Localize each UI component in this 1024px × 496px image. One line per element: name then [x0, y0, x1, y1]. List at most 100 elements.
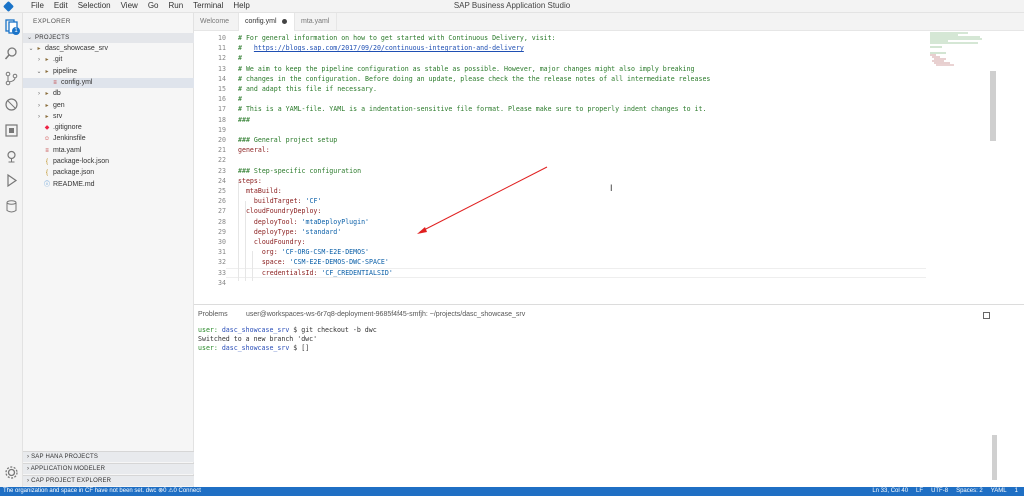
debug-icon[interactable]: [4, 97, 19, 112]
extensions-icon[interactable]: [4, 123, 19, 138]
tab-config-yml[interactable]: config.yml: [239, 13, 295, 31]
tree-item-label: mta.yaml: [51, 146, 82, 154]
terminal-line: user: dasc_showcase_srv $ git checkout -…: [198, 326, 377, 335]
source-control-icon[interactable]: [4, 71, 19, 86]
code-line: 26 buildTarget: 'CF': [194, 196, 934, 206]
folder-file-icon: ▸: [45, 102, 49, 109]
line-number: 15: [218, 85, 226, 93]
status-bar: The organization and space in CF have no…: [0, 487, 1024, 496]
tree-item[interactable]: { package-lock.json: [23, 157, 194, 167]
maximize-panel-icon[interactable]: [983, 312, 990, 319]
code-line: 32 space: 'CSM-E2E-DEMOS-DWC-SPACE': [194, 257, 934, 267]
terminal-path: dasc_showcase_srv: [217, 326, 290, 334]
cloud-foundry-icon[interactable]: [4, 149, 19, 164]
status-indentation[interactable]: Spaces: 2: [956, 487, 983, 496]
chevron-down-icon: ⌄: [36, 68, 42, 75]
code-link[interactable]: https://blogs.sap.com/2017/09/20/continu…: [254, 44, 524, 52]
unsaved-dot-icon: [281, 18, 287, 24]
tree-item[interactable]: ≡ config.yml: [23, 77, 194, 88]
minimap[interactable]: [928, 31, 988, 91]
code-editor[interactable]: 10 # For general information on how to ge…: [194, 31, 1024, 304]
menu-help[interactable]: Help: [233, 1, 249, 11]
status-notifications[interactable]: 1: [1015, 487, 1018, 496]
tree-item[interactable]: ◆ .gitignore: [23, 123, 194, 133]
terminal-line: Switched to a new branch 'dwc': [198, 335, 318, 343]
chevron-down-icon: ⌄: [27, 35, 33, 41]
jenkins-file-icon: ☺: [43, 136, 51, 143]
projects-section-header[interactable]: ⌄ PROJECTS: [23, 33, 194, 43]
terminal-scrollbar[interactable]: [992, 435, 997, 480]
tree-item-label: package.json: [51, 169, 95, 177]
status-encoding[interactable]: UTF-8: [931, 487, 948, 496]
code-text: # and adapt this file if necessary.: [238, 85, 377, 93]
line-number: 30: [218, 238, 226, 246]
line-number: 31: [218, 248, 226, 257]
cap-project-explorer-section[interactable]: › CAP PROJECT EXPLORER: [23, 475, 194, 486]
line-number: 34: [218, 278, 226, 287]
menu-file[interactable]: File: [31, 1, 44, 11]
code-text: steps:: [238, 176, 262, 185]
run-icon[interactable]: [4, 173, 19, 188]
code-line: 31 org: 'CF-ORG-CSM-E2E-DEMOS': [194, 247, 934, 257]
code-line: 13 # We aim to keep the pipeline configur…: [194, 64, 934, 74]
problems-tab[interactable]: Problems: [198, 311, 228, 318]
line-number: 10: [218, 34, 226, 42]
line-number: 25: [218, 187, 226, 195]
application-modeler-section[interactable]: › APPLICATION MODELER: [23, 463, 194, 474]
tree-item[interactable]: ⌄ ▸ pipeline: [23, 67, 194, 77]
terminal-tab[interactable]: user@workspaces-ws-6r7q8-deployment-9685…: [246, 311, 525, 318]
tree-item[interactable]: ☺ Jenkinsfile: [23, 134, 194, 144]
tree-item[interactable]: › ▸ db: [23, 89, 194, 99]
code-text: cloudFoundry:: [238, 238, 306, 246]
tree-item-label: .gitignore: [51, 124, 82, 132]
sap-hana-projects-section[interactable]: › SAP HANA PROJECTS: [23, 451, 194, 462]
tree-item[interactable]: › ▸ srv: [23, 112, 194, 122]
status-eol[interactable]: LF: [916, 487, 923, 496]
terminal-user: user:: [198, 326, 218, 334]
tree-item[interactable]: › ▸ .git: [23, 55, 194, 65]
tree-item-label: db: [51, 90, 61, 98]
tree-item[interactable]: { package.json: [23, 168, 194, 178]
code-line: 30 cloudFoundry:: [194, 237, 934, 247]
menu-view[interactable]: View: [121, 1, 138, 11]
line-number: 12: [218, 54, 226, 63]
settings-gear-icon[interactable]: [4, 465, 19, 480]
menu-run[interactable]: Run: [168, 1, 183, 11]
application-modeler-label: APPLICATION MODELER: [30, 466, 106, 472]
tree-item[interactable]: › ▸ gen: [23, 101, 194, 111]
status-cursor-position[interactable]: Ln 33, Col 40: [872, 487, 908, 496]
terminal-line[interactable]: user: dasc_showcase_srv $ []: [198, 344, 309, 353]
md-file-icon: ⓘ: [43, 181, 50, 188]
editor-scrollbar[interactable]: [990, 71, 996, 141]
tab-welcome[interactable]: Welcome: [194, 13, 239, 31]
tab-mta-yaml[interactable]: mta.yaml: [295, 13, 337, 31]
status-left[interactable]: The organization and space in CF have no…: [3, 487, 201, 496]
projects-section-label: PROJECTS: [35, 35, 70, 41]
activity-bar: 1: [0, 13, 23, 487]
line-number: 29: [218, 227, 226, 236]
tree-item[interactable]: ≡ mta.yaml: [23, 146, 194, 156]
code-text: cloudFoundryDeploy:: [238, 207, 322, 216]
tree-item[interactable]: ⌄ ▸ dasc_showcase_srv: [23, 44, 194, 54]
menu-selection[interactable]: Selection: [78, 1, 111, 11]
chevron-down-icon: ⌄: [28, 46, 34, 52]
tab-mta-yaml-label: mta.yaml: [301, 18, 330, 25]
menu-go[interactable]: Go: [148, 1, 159, 11]
chevron-right-icon: ›: [38, 91, 40, 98]
menu-terminal[interactable]: Terminal: [193, 1, 223, 11]
line-number: 32: [218, 258, 226, 267]
code-text: # For general information on how to get …: [238, 34, 556, 42]
json-file-icon: {: [45, 170, 48, 177]
explorer-icon[interactable]: 1: [4, 19, 20, 35]
folder-file-icon: ▸: [37, 46, 41, 52]
search-icon[interactable]: [4, 46, 19, 61]
code-line: 23 ### Step-specific configuration: [194, 166, 934, 176]
terminal-prompt: $ []: [289, 344, 310, 352]
database-icon[interactable]: [4, 199, 19, 214]
code-text: #: [238, 54, 242, 63]
tree-item[interactable]: ⓘ README.md: [23, 180, 194, 190]
code-text: deployTool: 'mtaDeployPlugin': [238, 217, 370, 226]
status-language[interactable]: YAML: [991, 487, 1007, 496]
line-number: 11: [218, 44, 226, 53]
menu-edit[interactable]: Edit: [54, 1, 68, 11]
